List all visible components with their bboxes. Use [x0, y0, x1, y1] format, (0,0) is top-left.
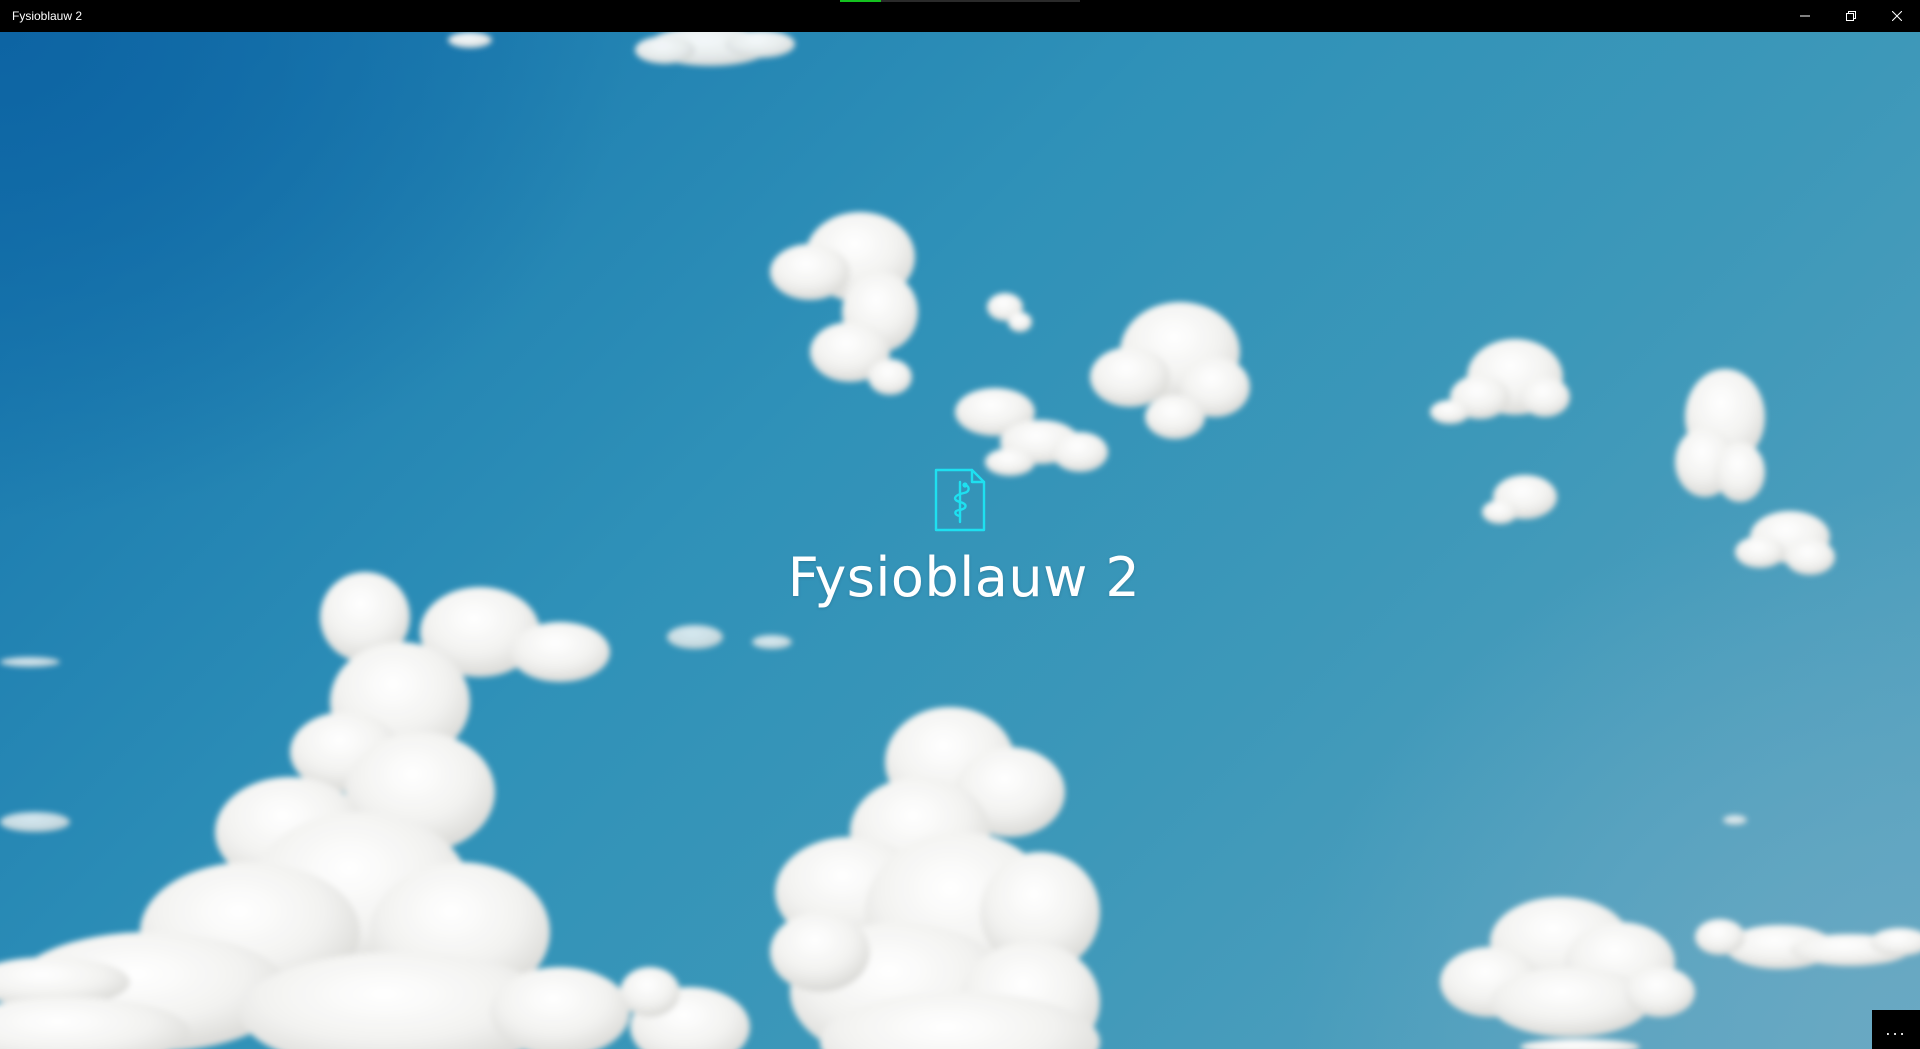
title-bar[interactable]: Fysioblauw 2	[0, 0, 1920, 32]
app-window: Fysioblauw 2 Fysioblauw 2 ...	[0, 0, 1920, 1049]
more-icon: ...	[1885, 1020, 1907, 1039]
minimize-button[interactable]	[1782, 0, 1828, 32]
window-title: Fysioblauw 2	[12, 9, 83, 23]
close-button[interactable]	[1874, 0, 1920, 32]
close-icon	[1892, 11, 1902, 21]
minimize-icon	[1800, 15, 1810, 17]
document-caduceus-icon	[934, 468, 986, 532]
splash-content: Fysioblauw 2	[0, 468, 1920, 609]
loading-progress-bar	[840, 0, 1080, 2]
more-options-button[interactable]: ...	[1872, 1010, 1920, 1049]
loading-progress-fill	[840, 0, 881, 2]
restore-icon	[1846, 11, 1856, 21]
restore-button[interactable]	[1828, 0, 1874, 32]
app-name-title: Fysioblauw 2	[787, 546, 1141, 609]
